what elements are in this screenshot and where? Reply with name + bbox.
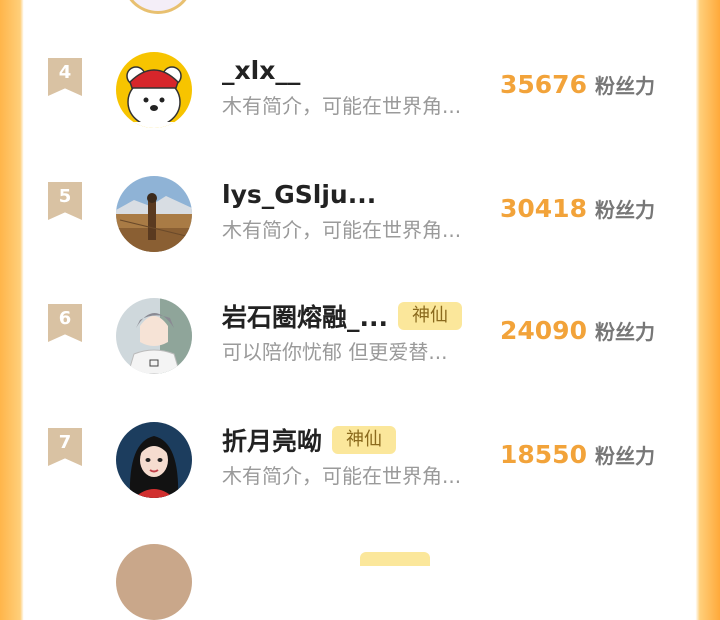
ranking-row[interactable]: 7 折月亮呦 神仙 木有简介，可能在世界角... 18550 粉丝力 [0, 422, 720, 522]
score-value: 24090 [500, 316, 587, 345]
score-value: 18550 [500, 440, 587, 469]
score-unit: 粉丝力 [594, 320, 655, 344]
user-avatar[interactable] [116, 298, 192, 374]
user-bio: 可以陪你忧郁 但更爱替... [222, 340, 448, 364]
rank-flag: 4 [48, 58, 82, 96]
rank-flag: 7 [48, 428, 82, 466]
user-avatar[interactable] [116, 176, 192, 252]
user-name[interactable]: 岩石圈熔融_... [222, 298, 388, 334]
fan-power-score: 18550 粉丝力 [500, 440, 655, 469]
rank-flag: 6 [48, 304, 82, 342]
rank-flag: 5 [48, 182, 82, 220]
user-level-badge: 神仙 [332, 426, 397, 454]
landscape-photo-icon [116, 176, 192, 252]
user-name[interactable]: lys_GSlju... [222, 180, 376, 209]
user-name[interactable]: 折月亮呦 [222, 422, 322, 458]
next-user-avatar[interactable] [116, 544, 192, 620]
score-unit: 粉丝力 [594, 198, 655, 222]
anime-boy-icon [116, 298, 192, 374]
ranking-row[interactable]: 5 lys_GSlju... 木有简介，可能在世界角... 30418 粉丝力 [0, 176, 720, 276]
user-level-badge: 神仙 [398, 302, 462, 330]
user-bio: 木有简介，可能在世界角... [222, 464, 462, 488]
user-bio: 木有简介，可能在世界角... [222, 218, 462, 242]
girl-portrait-icon [116, 422, 192, 498]
score-unit: 粉丝力 [594, 74, 655, 98]
fan-power-score: 35676 粉丝力 [500, 70, 655, 99]
score-unit: 粉丝力 [594, 444, 655, 468]
score-value: 30418 [500, 194, 587, 223]
fan-power-score: 30418 粉丝力 [500, 194, 655, 223]
user-avatar[interactable] [116, 422, 192, 498]
teddy-bear-icon [116, 52, 192, 128]
user-bio: 木有简介，可能在世界角... [222, 94, 462, 118]
fan-power-score: 24090 粉丝力 [500, 316, 655, 345]
user-name[interactable]: _xlx__ [222, 56, 300, 85]
ranking-row[interactable]: 6 岩石圈熔融_... 神仙 可以陪你忧郁 但更爱替... 24090 粉丝力 [0, 298, 720, 398]
ranking-row[interactable]: 4 _xlx__ 木有简介，可能在世界角... 35676 粉丝力 [0, 52, 720, 152]
next-user-badge [360, 552, 430, 566]
score-value: 35676 [500, 70, 587, 99]
user-avatar[interactable] [116, 52, 192, 128]
